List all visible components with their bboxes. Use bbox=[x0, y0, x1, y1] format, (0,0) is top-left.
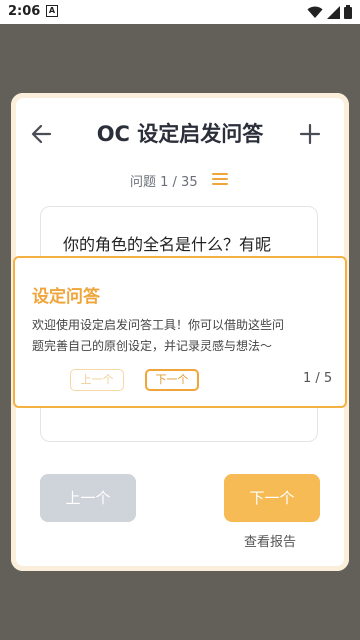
tour-prev-button[interactable]: 上一个 bbox=[70, 369, 124, 391]
view-report-link[interactable]: 查看报告 bbox=[244, 531, 296, 550]
tour-title: 设定问答 bbox=[32, 287, 100, 307]
list-icon[interactable] bbox=[210, 170, 230, 188]
next-button[interactable]: 下一个 bbox=[224, 474, 320, 522]
page-title: OC 设定启发问答 bbox=[96, 122, 264, 146]
status-time: 2:06 bbox=[8, 4, 41, 19]
signal-icon bbox=[327, 5, 340, 19]
plus-icon[interactable] bbox=[296, 120, 324, 148]
status-bar: 2:06 A bbox=[0, 0, 360, 24]
tour-description-line: 欢迎使用设定启发问答工具！你可以借助这些问 bbox=[32, 318, 285, 332]
notification-icon: A bbox=[46, 5, 58, 17]
tour-next-button[interactable]: 下一个 bbox=[145, 369, 199, 391]
status-icons bbox=[307, 5, 352, 19]
tour-description: 欢迎使用设定启发问答工具！你可以借助这些问 题完善自己的原创设定，并记录灵感与想… bbox=[32, 315, 332, 357]
question-text: 你的角色的全名是什么？有昵 bbox=[63, 235, 272, 254]
tour-step-indicator: 1 / 5 bbox=[303, 371, 333, 386]
tour-description-line: 题完善自己的原创设定，并记录灵感与想法～ bbox=[32, 339, 273, 353]
tour-popover: 设定问答 欢迎使用设定启发问答工具！你可以借助这些问 题完善自己的原创设定，并记… bbox=[13, 256, 347, 408]
battery-icon bbox=[344, 5, 352, 19]
prev-button[interactable]: 上一个 bbox=[40, 474, 136, 522]
wifi-icon bbox=[307, 6, 323, 18]
back-arrow-icon[interactable] bbox=[28, 120, 56, 148]
question-counter: 问题 1 / 35 bbox=[130, 175, 198, 190]
